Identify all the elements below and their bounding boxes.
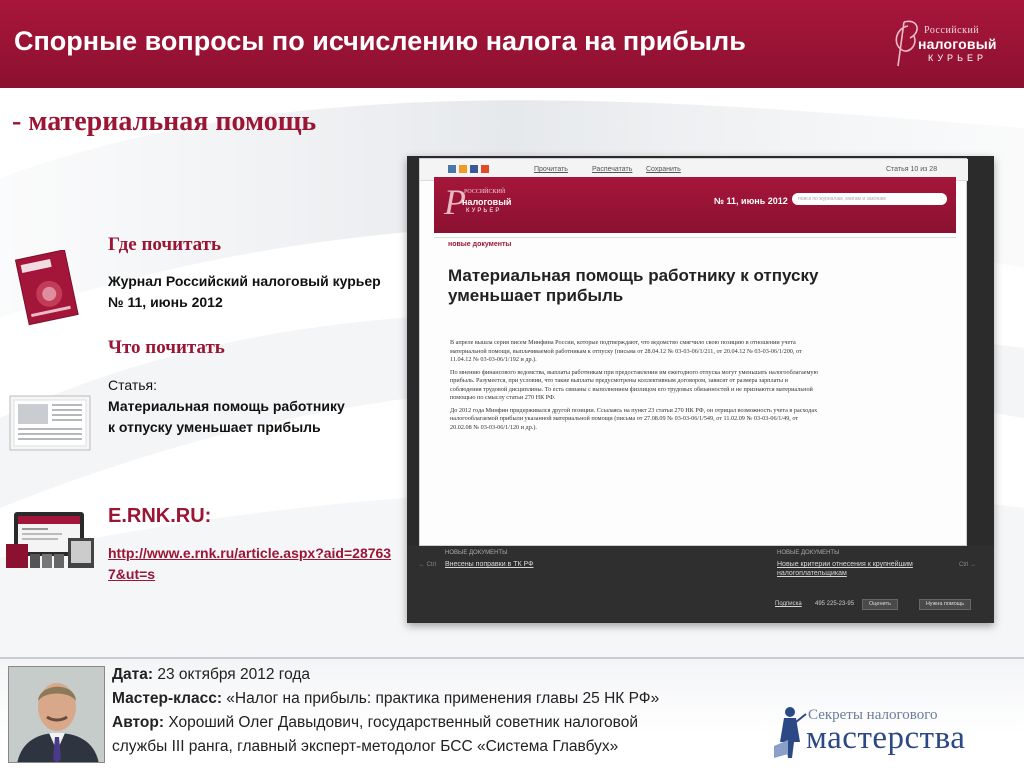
master-class-label: Мастер-класс: bbox=[112, 690, 222, 707]
what-to-read-line-1: Материальная помощь работнику bbox=[108, 398, 345, 414]
save-button[interactable]: Сохранить bbox=[646, 166, 681, 173]
secrets-logo: Секреты налогового мастерства bbox=[772, 702, 1017, 760]
logo-line-2: налоговый bbox=[918, 36, 997, 52]
prev-arrow[interactable]: ← Ctrl bbox=[419, 562, 436, 568]
article-paragraph: В апреле вышла серия писем Минфина Росси… bbox=[450, 339, 802, 363]
article-footer: ← Ctrl НОВЫЕ ДОКУМЕНТЫ Внесены поправки … bbox=[407, 546, 994, 623]
print-button[interactable]: Распечатать bbox=[592, 166, 632, 173]
next-doc-link-1[interactable]: Новые критерии отнесения к крупнейшим bbox=[777, 561, 913, 568]
logo-line-3: КУРЬЕР bbox=[928, 53, 987, 63]
next-doc-link-2[interactable]: налогоплательщикам bbox=[777, 570, 847, 577]
banner-logo-line-1: РОССИЙСКИЙ bbox=[464, 189, 506, 195]
date-value: 23 октября 2012 года bbox=[153, 666, 311, 683]
rate-button[interactable]: Оценить bbox=[862, 599, 898, 610]
master-class-value: «Налог на прибыль: практика применения г… bbox=[222, 690, 660, 707]
article-page: Прочитать Распечатать Сохранить Статья 1… bbox=[419, 158, 968, 546]
subscribe-link[interactable]: Подписка bbox=[775, 601, 802, 607]
prev-label: НОВЫЕ ДОКУМЕНТЫ bbox=[445, 550, 508, 556]
where-to-read-heading: Где почитать bbox=[108, 234, 222, 255]
share-icon-3[interactable] bbox=[470, 165, 478, 173]
author-photo bbox=[8, 666, 105, 763]
section-label: новые документы bbox=[448, 241, 512, 248]
author-line-2: службы III ранга, главный эксперт-методо… bbox=[112, 738, 619, 755]
article-body: В апреле вышла серия писем Минфина Росси… bbox=[450, 339, 820, 436]
article-screenshot: Прочитать Распечатать Сохранить Статья 1… bbox=[407, 156, 994, 623]
banner-issue[interactable]: № 11, июнь 2012 bbox=[714, 196, 788, 206]
where-to-read-line-2: № 11, июнь 2012 bbox=[108, 294, 223, 310]
read-button[interactable]: Прочитать bbox=[534, 166, 568, 173]
author-line: Автор: Хороший Олег Давыдович, государст… bbox=[112, 713, 638, 733]
prev-doc-link[interactable]: Внесены поправки в ТК РФ bbox=[445, 561, 533, 568]
date-line: Дата: 23 октября 2012 года bbox=[112, 665, 310, 685]
devices-icon bbox=[6, 508, 96, 570]
help-button[interactable]: Нужна помощь bbox=[919, 599, 971, 610]
next-arrow[interactable]: Ctrl → bbox=[959, 562, 976, 568]
article-counter: Статья 10 из 28 bbox=[886, 166, 938, 173]
subtitle: - материальная помощь bbox=[12, 106, 317, 137]
phone-number: 495 225-23-95 bbox=[815, 601, 855, 607]
master-class-line: Мастер-класс: «Налог на прибыль: практик… bbox=[112, 689, 659, 709]
where-to-read-text: Журнал Российский налоговый курьер № 11,… bbox=[108, 271, 398, 313]
author-label: Автор: bbox=[112, 714, 165, 731]
what-to-read-label: Статья: bbox=[108, 377, 158, 393]
divider bbox=[434, 237, 956, 238]
banner-logo-line-2: налоговый bbox=[462, 197, 512, 207]
share-icon-1[interactable] bbox=[448, 165, 456, 173]
rnk-logo: Российский налоговый КУРЬЕР bbox=[888, 14, 1008, 74]
page-title: Спорные вопросы по исчислению налога на … bbox=[14, 26, 746, 56]
article-link[interactable]: http://www.e.rnk.ru/article.aspx?aid=287… bbox=[108, 543, 393, 585]
article-banner: Р РОССИЙСКИЙ налоговый КУРЬЕР № 11, июнь… bbox=[434, 177, 956, 233]
share-icon-4[interactable] bbox=[481, 165, 489, 173]
date-label: Дата: bbox=[112, 666, 154, 683]
next-label: НОВЫЕ ДОКУМЕНТЫ bbox=[777, 550, 840, 556]
magazine-cover-icon bbox=[8, 249, 88, 326]
site-heading: E.RNK.RU: bbox=[108, 505, 212, 527]
share-icons bbox=[448, 165, 492, 175]
where-to-read-line-1: Журнал Российский налоговый курьер bbox=[108, 273, 381, 289]
what-to-read-heading: Что почитать bbox=[108, 337, 225, 358]
what-to-read-line-2: к отпуску уменьшает прибыль bbox=[108, 419, 321, 435]
author-value: Хороший Олег Давыдович, государственный … bbox=[164, 714, 639, 731]
secrets-logo-big: мастерства bbox=[806, 720, 966, 756]
banner-search-input[interactable]: поиск по журналам, книгам и законам bbox=[792, 193, 947, 205]
article-paragraph: До 2012 года Минфин придерживался другой… bbox=[450, 406, 818, 431]
article-title: Материальная помощь работнику к отпуску … bbox=[448, 266, 819, 305]
newspaper-icon bbox=[8, 392, 94, 456]
logo-line-1: Российский bbox=[924, 25, 980, 36]
article-paragraph: По мнению финансового ведомства, выплаты… bbox=[450, 368, 819, 402]
banner-logo-line-3: КУРЬЕР bbox=[466, 208, 502, 214]
what-to-read-text: Статья: Материальная помощь работнику к … bbox=[108, 375, 398, 438]
share-icon-2[interactable] bbox=[459, 165, 467, 173]
header-bar: Спорные вопросы по исчислению налога на … bbox=[0, 0, 1024, 88]
